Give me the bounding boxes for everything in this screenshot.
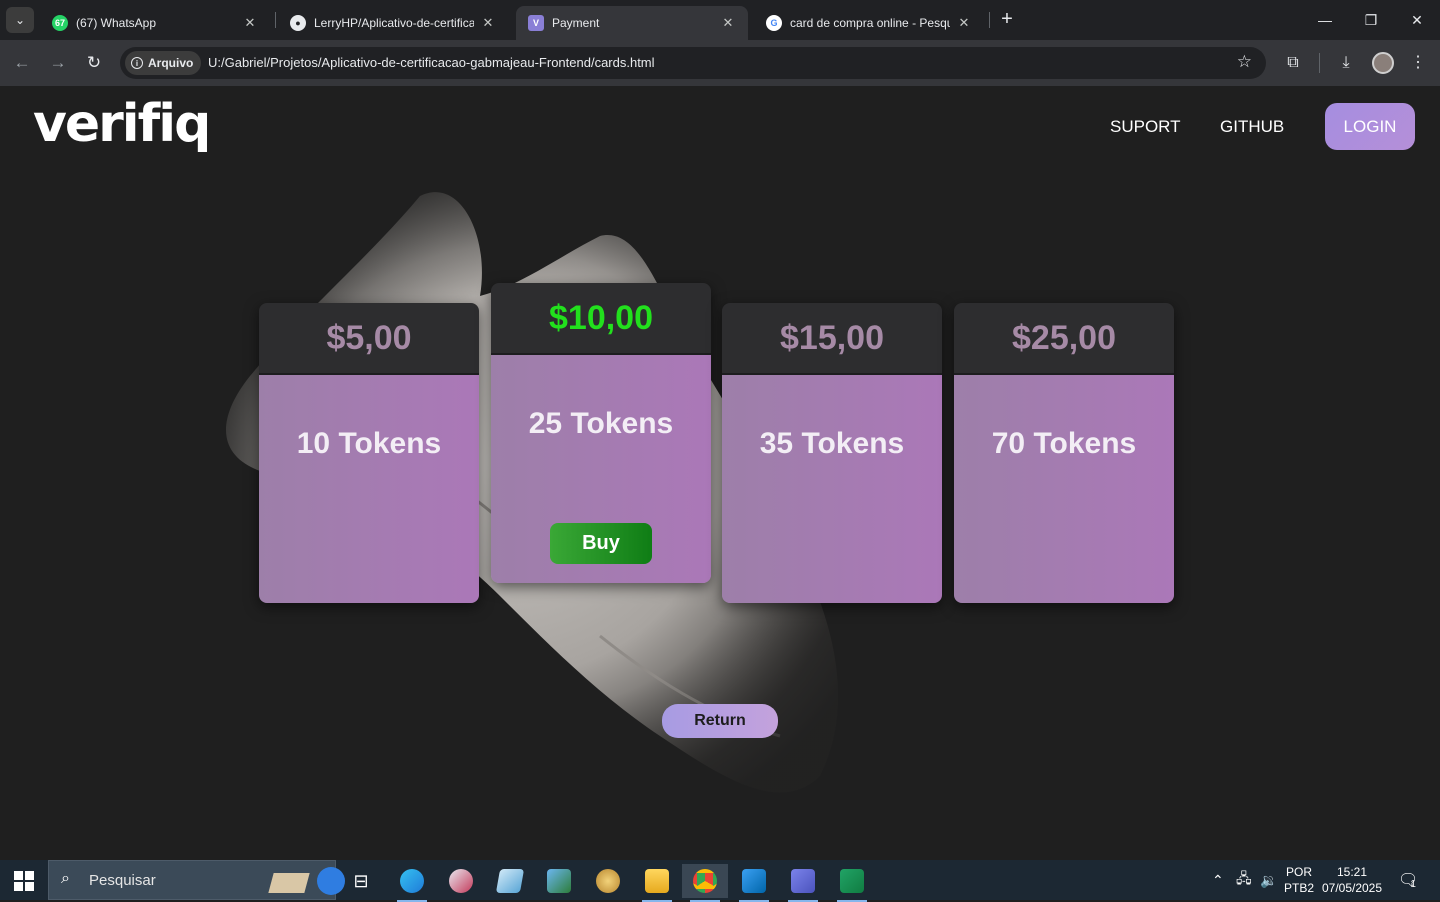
tab-strip: ⌄ 67 (67) WhatsApp ✕ ● LerryHP/Aplicativ… [0, 0, 1440, 40]
close-window-button[interactable]: ✕ [1402, 8, 1432, 32]
close-icon[interactable]: ✕ [720, 15, 736, 31]
verifiq-logo[interactable]: verifiq [33, 94, 211, 154]
remote-desktop-icon[interactable] [536, 864, 582, 898]
card-body: 25 Tokens Buy [491, 355, 711, 583]
nav-link-support[interactable]: SUPORT [1110, 117, 1181, 137]
page-content: verifiq SUPORT GITHUB LOGIN $5,00 10 Tok… [0, 86, 1440, 860]
notification-count: 1 [1410, 878, 1416, 890]
volume-icon[interactable]: 🔉 [1260, 860, 1277, 900]
buy-button[interactable]: Buy [550, 523, 652, 564]
pricing-card-featured[interactable]: $10,00 25 Tokens Buy [491, 283, 711, 583]
restore-button[interactable]: ❐ [1356, 8, 1386, 32]
v-icon: V [528, 15, 544, 31]
windows-start-icon[interactable] [14, 871, 34, 891]
chrome-icon[interactable] [682, 864, 728, 902]
search-highlight-illustration [268, 873, 310, 893]
vscode-icon[interactable] [731, 864, 777, 902]
site-info-chip[interactable]: i Arquivo [125, 51, 202, 75]
card-tokens: 25 Tokens [528, 407, 674, 440]
tab-google[interactable]: G card de compra online - Pesquis ✕ [754, 6, 984, 40]
tab-github[interactable]: ● LerryHP/Aplicativo-de-certificac ✕ [278, 6, 508, 40]
browser-toolbar: ← → ↻ i Arquivo U:/Gabriel/Projetos/Apli… [0, 40, 1440, 86]
plus-icon: + [1001, 8, 1013, 30]
network-icon[interactable]: 🖧 [1236, 860, 1252, 900]
clock-time: 15:21 [1336, 865, 1368, 879]
notes-app-icon[interactable] [487, 864, 533, 898]
keyboard-layout: PTB2 [1284, 881, 1315, 895]
info-icon: i [131, 57, 143, 69]
url-text[interactable]: U:/Gabriel/Projetos/Aplicativo-de-certif… [208, 55, 655, 70]
close-icon[interactable]: ✕ [242, 15, 258, 31]
notification-center-icon[interactable]: 🗨 1 [1398, 860, 1418, 900]
search-icon: ⌕ [61, 870, 70, 887]
tab-whatsapp[interactable]: 67 (67) WhatsApp ✕ [40, 6, 270, 40]
bookmark-star-icon[interactable]: ☆ [1237, 52, 1252, 72]
back-button[interactable]: ← [11, 52, 33, 74]
minimize-icon: — [1318, 12, 1332, 28]
input-language[interactable]: POR PTB2 [1284, 864, 1314, 896]
download-icon[interactable]: ⤓ [1334, 51, 1358, 75]
github-icon: ● [290, 15, 306, 31]
arrow-right-icon: → [49, 53, 67, 72]
card-tokens: 10 Tokens [296, 427, 442, 460]
tab-divider [989, 12, 990, 28]
teams-icon[interactable] [780, 864, 826, 902]
taskbar-search[interactable]: ⌕ Pesquisar [48, 860, 345, 900]
nav-link-github[interactable]: GITHUB [1220, 117, 1284, 137]
language-code: POR [1285, 865, 1312, 879]
minimize-button[interactable]: — [1310, 8, 1340, 32]
card-tokens: 70 Tokens [991, 427, 1137, 460]
kebab-menu-icon[interactable]: ⋮ [1406, 51, 1430, 75]
toolbar-divider [1319, 53, 1320, 73]
new-tab-button[interactable]: + [996, 8, 1018, 32]
return-button[interactable]: Return [662, 704, 778, 738]
reload-icon: ↻ [86, 53, 102, 72]
login-button[interactable]: LOGIN [1325, 103, 1415, 150]
card-tokens: 35 Tokens [759, 427, 905, 460]
tab-title: card de compra online - Pesquis [790, 16, 950, 30]
card-body: 10 Tokens [259, 375, 479, 603]
close-icon: ✕ [1411, 12, 1423, 28]
clock-date: 07/05/2025 [1321, 881, 1383, 895]
restore-icon: ❐ [1364, 12, 1378, 28]
card-price: $15,00 [722, 303, 942, 375]
chevron-down-icon: ⌄ [14, 13, 26, 27]
card-body: 35 Tokens [722, 375, 942, 603]
money-bag-icon[interactable] [585, 864, 631, 898]
google-icon: G [766, 15, 782, 31]
close-icon[interactable]: ✕ [480, 15, 496, 31]
tab-search-button[interactable]: ⌄ [6, 7, 34, 33]
card-price: $25,00 [954, 303, 1174, 375]
site-info-label: Arquivo [148, 56, 194, 70]
pricing-card[interactable]: $5,00 10 Tokens [259, 303, 479, 603]
address-bar[interactable]: i Arquivo U:/Gabriel/Projetos/Aplicativo… [120, 47, 1266, 79]
tab-title: (67) WhatsApp [76, 16, 157, 30]
chevron-up-icon[interactable]: ⌃ [1212, 860, 1224, 900]
profile-avatar[interactable] [1372, 52, 1394, 74]
pricing-card[interactable]: $15,00 35 Tokens [722, 303, 942, 603]
edge-icon[interactable] [389, 864, 435, 902]
arrow-left-icon: ← [13, 53, 31, 72]
clock[interactable]: 15:21 07/05/2025 [1320, 864, 1384, 896]
task-view-icon[interactable]: ⊟ [338, 864, 384, 898]
whatsapp-icon: 67 [52, 15, 68, 31]
card-body: 70 Tokens [954, 375, 1174, 603]
tab-title: LerryHP/Aplicativo-de-certificac [314, 16, 474, 30]
close-icon[interactable]: ✕ [956, 15, 972, 31]
paint-icon[interactable] [438, 864, 484, 898]
card-price: $10,00 [491, 283, 711, 355]
excel-icon[interactable] [829, 864, 875, 902]
extensions-icon[interactable]: ⧉ [1281, 51, 1305, 75]
card-price: $5,00 [259, 303, 479, 375]
tab-payment[interactable]: V Payment ✕ [516, 6, 748, 40]
windows-taskbar: ⌕ Pesquisar ⊟ ⌃ 🖧 🔉 POR PTB2 15:21 07/05… [0, 860, 1440, 902]
reload-button[interactable]: ↻ [83, 52, 105, 74]
tab-divider [275, 12, 276, 28]
pricing-card[interactable]: $25,00 70 Tokens [954, 303, 1174, 603]
file-explorer-icon[interactable] [634, 864, 680, 902]
forward-button[interactable]: → [47, 52, 69, 74]
search-placeholder: Pesquisar [89, 872, 156, 889]
tab-title: Payment [552, 16, 600, 30]
